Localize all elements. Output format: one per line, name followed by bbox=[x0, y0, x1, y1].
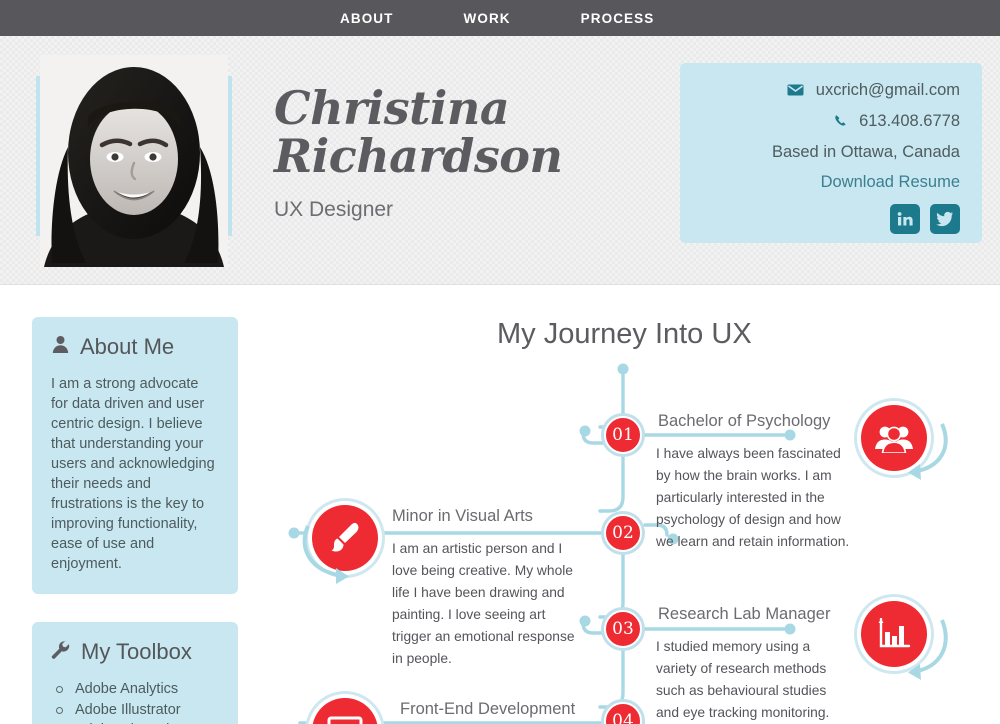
nav-item-list: ABOUT WORK PROCESS bbox=[340, 11, 724, 26]
timeline-text-02: I am an artistic person and I love being… bbox=[392, 541, 575, 666]
first-name: Christina bbox=[274, 81, 510, 135]
contact-phone: 613.408.6778 bbox=[859, 112, 960, 130]
top-navbar: ABOUT WORK PROCESS bbox=[0, 0, 1000, 36]
phone-icon bbox=[834, 113, 847, 132]
contact-email-row[interactable]: uxcrich@gmail.com bbox=[680, 81, 960, 101]
linkedin-icon[interactable] bbox=[890, 204, 920, 234]
timeline-entry-01: Bachelor of Psychology I have always bee… bbox=[656, 412, 852, 553]
timeline-heading-03: Research Lab Manager bbox=[658, 605, 831, 623]
timeline-text-03: I studied memory using a variety of rese… bbox=[656, 639, 830, 720]
job-title: UX Designer bbox=[274, 198, 394, 221]
nav-item-work[interactable]: WORK bbox=[464, 11, 511, 26]
contact-card: uxcrich@gmail.com 613.408.6778 Based in … bbox=[680, 63, 982, 243]
download-resume-link[interactable]: Download Resume bbox=[680, 173, 960, 192]
timeline-entry-02: Minor in Visual Arts I am an artistic pe… bbox=[392, 507, 588, 670]
timeline-text-01: I have always been fascinated by how the… bbox=[656, 446, 850, 549]
contact-phone-row[interactable]: 613.408.6778 bbox=[680, 112, 960, 132]
timeline-entry-03: Research Lab Manager I studied memory us… bbox=[656, 605, 852, 724]
timeline-heading-04: Front-End Development bbox=[400, 700, 576, 718]
portrait-frame bbox=[36, 55, 232, 267]
timeline-entry-04: Front-End Development bbox=[400, 700, 596, 724]
timeline-node-01[interactable]: 01 bbox=[604, 416, 642, 454]
timeline-node-02[interactable]: 02 bbox=[604, 514, 642, 552]
page-root: ABOUT WORK PROCESS Christina Richardson … bbox=[0, 0, 1000, 724]
portrait-clip bbox=[40, 55, 228, 267]
timeline-heading-02: Minor in Visual Arts bbox=[392, 507, 533, 525]
contact-location: Based in Ottawa, Canada bbox=[771, 143, 960, 161]
last-name: Richardson bbox=[274, 129, 563, 183]
social-links bbox=[680, 204, 960, 234]
timeline-arrow-03 bbox=[908, 619, 948, 680]
contact-email: uxcrich@gmail.com bbox=[815, 81, 960, 99]
name-block: Christina Richardson UX Designer bbox=[274, 81, 563, 222]
twitter-icon[interactable] bbox=[930, 204, 960, 234]
hero-band: Christina Richardson UX Designer uxcrich… bbox=[0, 36, 1000, 285]
nav-item-process[interactable]: PROCESS bbox=[581, 11, 655, 26]
envelope-icon bbox=[787, 82, 804, 101]
timeline-arrow-02 bbox=[302, 525, 349, 584]
timeline-node-03[interactable]: 03 bbox=[604, 610, 642, 648]
timeline-arrow-01 bbox=[908, 423, 948, 480]
nav-item-about[interactable]: ABOUT bbox=[340, 11, 394, 26]
portrait-photo bbox=[40, 55, 228, 267]
timeline-heading-01: Bachelor of Psychology bbox=[658, 412, 831, 430]
